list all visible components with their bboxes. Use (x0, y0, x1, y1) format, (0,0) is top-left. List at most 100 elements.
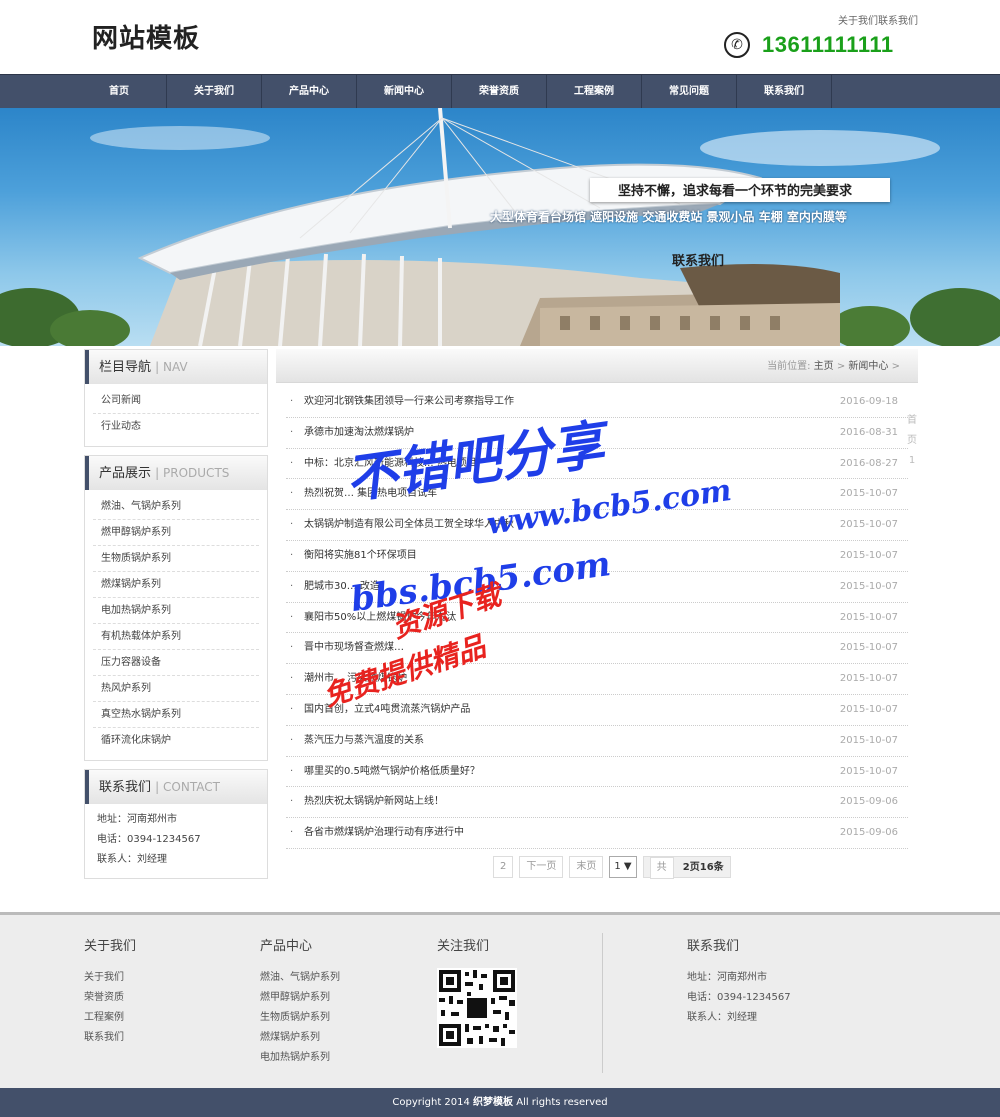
news-item[interactable]: · 太锅锅炉制造有限公司全体员工贺全球华人中秋 2015-10-07 (286, 510, 908, 541)
news-title[interactable]: 衡阳将实施81个环保项目 (304, 550, 417, 561)
footer-link[interactable]: 生物质锅炉系列 (260, 1008, 340, 1028)
bullet-icon: · (290, 827, 294, 839)
sidebar-product-item[interactable]: 有机热载体炉系列 (93, 624, 259, 650)
sidebar-product-item[interactable]: 电加热锅炉系列 (93, 598, 259, 624)
news-title[interactable]: 肥城市30… 改造 (304, 581, 380, 592)
footer-link[interactable]: 燃油、气锅炉系列 (260, 968, 340, 988)
news-item[interactable]: · 承德市加速淘汰燃煤锅炉 2016-08-31 (286, 418, 908, 449)
sidebar-product-item[interactable]: 循环流化床锅炉 (93, 728, 259, 754)
page-select[interactable]: 1 ▼ (609, 856, 637, 878)
footer-contact-address: 地址：河南郑州市 (687, 972, 767, 983)
stadium-illustration (0, 108, 1000, 346)
news-item[interactable]: · 衡阳将实施81个环保项目 2015-10-07 (286, 541, 908, 572)
title-separator: | (155, 360, 164, 374)
news-item[interactable]: · 中标：北京汇风新能源科技... 热电项目 2016-08-27 (286, 449, 908, 480)
news-title[interactable]: 国内首创，立式4吨贯流蒸汽锅炉产品 (304, 704, 470, 715)
news-title[interactable]: 潮州市… 污染燃煤锅炉 (304, 673, 407, 684)
nav-item-contact[interactable]: 联系我们 (737, 75, 832, 109)
footer-products-title: 产品中心 (260, 939, 313, 954)
sidebar: 栏目导航 | NAV 公司新闻 行业动态 产品展示 | PRODUCTS 燃油、… (84, 349, 268, 887)
sidebar-product-item[interactable]: 真空热水锅炉系列 (93, 702, 259, 728)
sidebar-product-item[interactable]: 生物质锅炉系列 (93, 546, 259, 572)
news-item[interactable]: · 襄阳市50%以上燃煤锅炉今年淘汰 2015-10-07 (286, 603, 908, 634)
sidebar-product-item[interactable]: 燃甲醇锅炉系列 (93, 520, 259, 546)
products-box-title-cn: 产品展示 (99, 466, 152, 481)
news-title[interactable]: 各省市燃煤锅炉治理行动有序进行中 (304, 827, 464, 838)
footer-link[interactable]: 燃煤锅炉系列 (260, 1028, 340, 1048)
phone-number: 13611111111 (762, 32, 894, 57)
news-title[interactable]: 承德市加速淘汰燃煤锅炉 (304, 427, 414, 438)
nav-item-news[interactable]: 新闻中心 (357, 75, 452, 109)
sidebar-product-item[interactable]: 燃油、气锅炉系列 (93, 494, 259, 520)
footer-link[interactable]: 荣誉资质 (84, 988, 136, 1008)
news-title[interactable]: 热烈庆祝太锅锅炉新网站上线！ (304, 796, 444, 807)
footer-link[interactable]: 关于我们 (84, 968, 136, 988)
nav-item-home[interactable]: 首页 (72, 75, 167, 109)
news-title[interactable]: 太锅锅炉制造有限公司全体员工贺全球华人中秋 (304, 519, 514, 530)
breadcrumb-news[interactable]: 新闻中心 (848, 361, 888, 372)
nav-item-products[interactable]: 产品中心 (262, 75, 357, 109)
news-item[interactable]: · 欢迎河北钢铁集团领导一行来公司考察指导工作 2016-09-18 (286, 387, 908, 418)
news-title[interactable]: 晋中市现场督查燃煤… (304, 642, 404, 653)
nav-item-honors[interactable]: 荣誉资质 (452, 75, 547, 109)
news-item[interactable]: · 肥城市30… 改造 2015-10-07 (286, 572, 908, 603)
news-title[interactable]: 中标：北京汇风新能源科技... 热电项目 (304, 458, 477, 469)
title-separator: | (155, 780, 164, 794)
contact-person: 联系人：刘经理 (97, 854, 167, 865)
products-box: 产品展示 | PRODUCTS 燃油、气锅炉系列 燃甲醇锅炉系列 生物质锅炉系列… (84, 455, 268, 761)
sidebar-product-item[interactable]: 压力容器设备 (93, 650, 259, 676)
last-page-button[interactable]: 末页 (569, 856, 604, 878)
next-page-button[interactable]: 下一页 (519, 856, 564, 878)
news-item[interactable]: · 蒸汽压力与蒸汽温度的关系 2015-10-07 (286, 726, 908, 757)
news-item[interactable]: · 各省市燃煤锅炉治理行动有序进行中 2015-09-06 (286, 818, 908, 849)
page-2-button[interactable]: 2 (493, 856, 514, 878)
news-title[interactable]: 欢迎河北钢铁集团领导一行来公司考察指导工作 (304, 396, 514, 407)
bullet-icon: · (290, 457, 294, 469)
news-item[interactable]: · 晋中市现场督查燃煤… 2015-10-07 (286, 633, 908, 665)
footer-link[interactable]: 燃甲醇锅炉系列 (260, 988, 340, 1008)
news-date: 2015-10-07 (839, 549, 898, 561)
sidebar-item-industry-news[interactable]: 行业动态 (93, 414, 259, 440)
contact-phone: 电话：0394-1234567 (97, 834, 201, 845)
footer-link[interactable]: 电加热锅炉系列 (260, 1048, 340, 1068)
news-date: 2015-10-07 (839, 488, 898, 500)
pagination: 2 下一页 末页 1 ▼ 共 2页16条 (493, 856, 737, 879)
contact-address: 地址：河南郑州市 (97, 814, 177, 825)
breadcrumb-separator: > (836, 361, 846, 372)
news-date: 2016-08-27 (839, 457, 898, 469)
bullet-icon: · (290, 765, 294, 777)
news-item[interactable]: · 热烈祝贺… 集团热电项目试车 2015-10-07 (286, 479, 908, 511)
sidebar-item-company-news[interactable]: 公司新闻 (93, 388, 259, 414)
hero-banner: 坚持不懈，追求每看一个环节的完美要求 大型体育看台场馆 遮阳设施 交通收费站 景… (0, 108, 1000, 346)
footer-link[interactable]: 工程案例 (84, 1008, 136, 1028)
sidebar-product-item[interactable]: 燃煤锅炉系列 (93, 572, 259, 598)
news-item[interactable]: · 潮州市… 污染燃煤锅炉 2015-10-07 (286, 664, 908, 695)
news-list: · 欢迎河北钢铁集团领导一行来公司考察指导工作 2016-09-18 · 承德市加速淘… (286, 387, 908, 849)
news-date: 2015-10-07 (839, 673, 898, 685)
breadcrumb-home[interactable]: 主页 (814, 361, 834, 372)
bullet-icon: · (290, 734, 294, 746)
site-logo[interactable]: 网站模板 (92, 18, 200, 55)
bullet-icon: · (290, 488, 294, 500)
footer-link[interactable]: 联系我们 (84, 1028, 136, 1048)
news-item[interactable]: · 哪里买的0.5吨燃气锅炉价格低质量好？ 2015-10-07 (286, 757, 908, 788)
news-title[interactable]: 热烈祝贺… 集团热电项目试车 (304, 488, 437, 499)
news-title[interactable]: 蒸汽压力与蒸汽温度的关系 (304, 735, 424, 746)
sidebar-product-item[interactable]: 热风炉系列 (93, 676, 259, 702)
nav-item-cases[interactable]: 工程案例 (547, 75, 642, 109)
breadcrumb-separator: > (891, 361, 900, 372)
news-item[interactable]: · 热烈庆祝太锅锅炉新网站上线！ 2015-09-06 (286, 787, 908, 819)
footer: 关于我们 关于我们 荣誉资质 工程案例 联系我们 产品中心 燃油、气锅炉系列 燃… (0, 912, 1000, 1088)
news-title[interactable]: 襄阳市50%以上燃煤锅炉今年淘汰 (304, 612, 456, 623)
news-item[interactable]: · 国内首创，立式4吨贯流蒸汽锅炉产品 2015-10-07 (286, 695, 908, 726)
top-link[interactable]: 关于我们联系我们 (838, 16, 918, 27)
footer-contact-title: 联系我们 (687, 939, 740, 954)
news-date: 2015-10-07 (839, 611, 898, 623)
news-date: 2015-10-07 (839, 580, 898, 592)
nav-item-faq[interactable]: 常见问题 (642, 75, 737, 109)
news-date: 2015-10-07 (839, 519, 898, 531)
banner-contact-link[interactable]: 联系我们 (672, 250, 724, 269)
news-title[interactable]: 哪里买的0.5吨燃气锅炉价格低质量好？ (304, 766, 480, 777)
copyright-brand[interactable]: 织梦模板 (473, 1097, 513, 1108)
nav-item-about[interactable]: 关于我们 (167, 75, 262, 109)
